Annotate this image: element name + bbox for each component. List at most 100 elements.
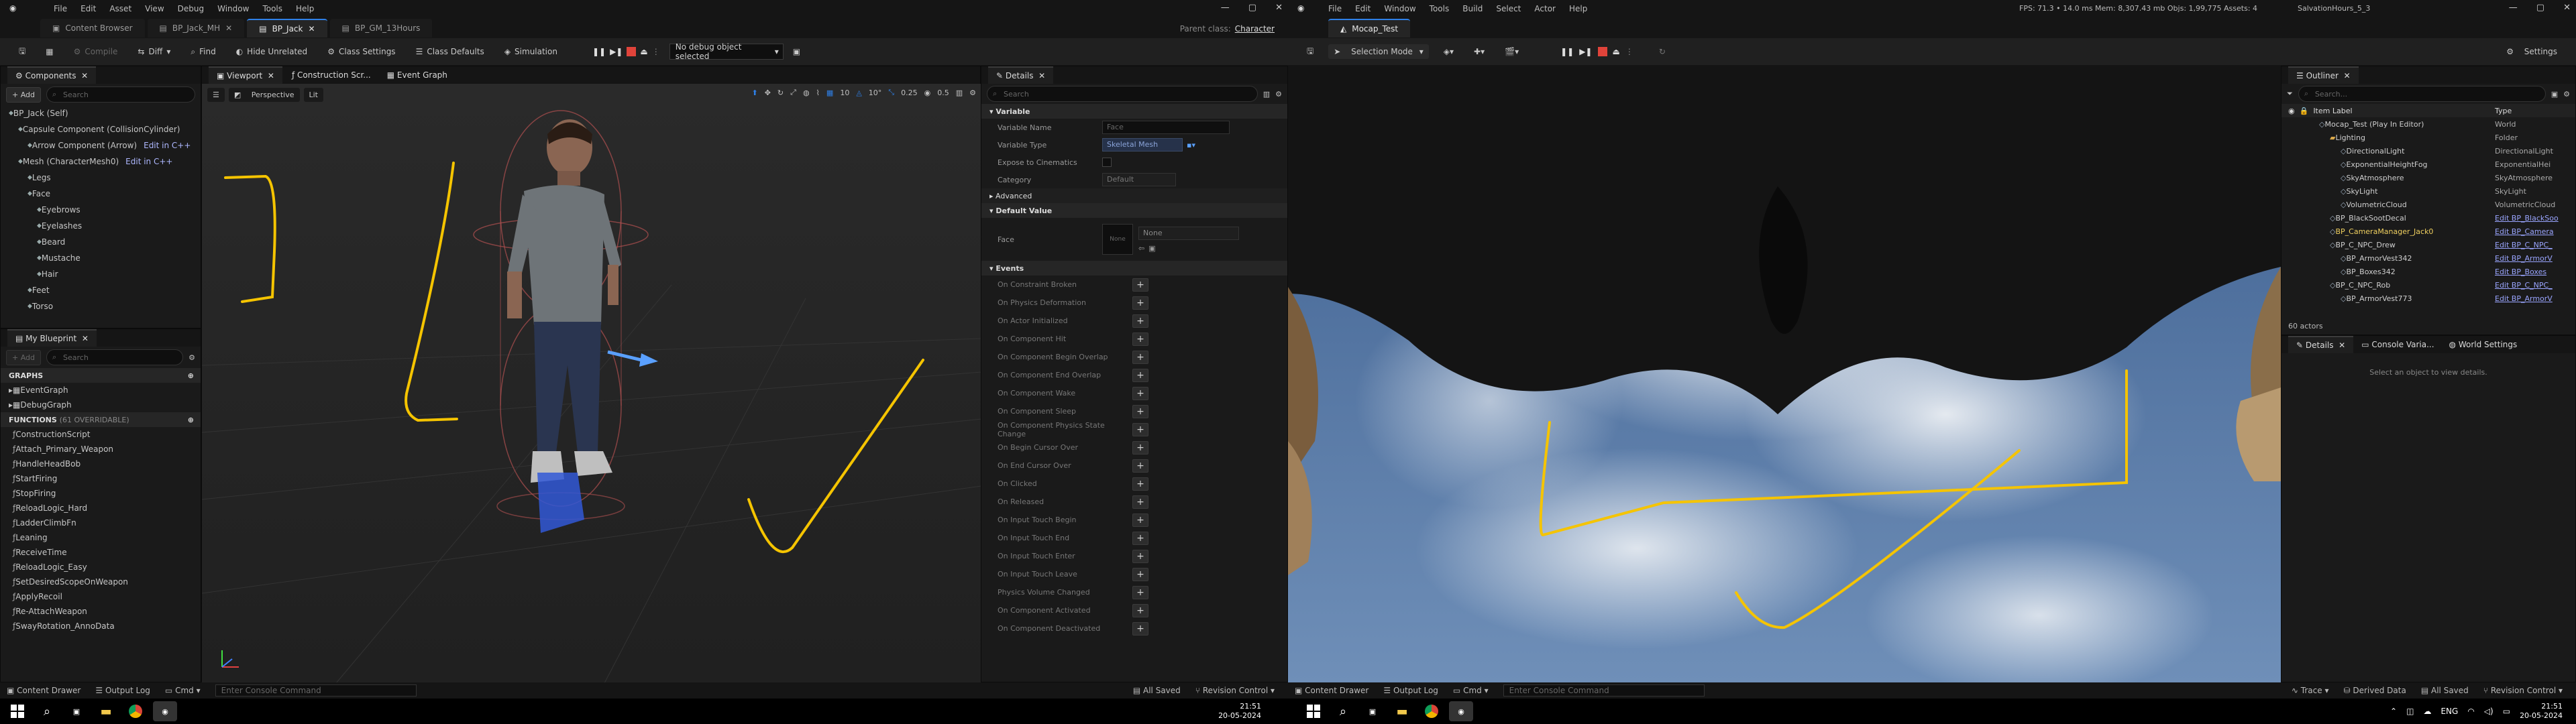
- function-item[interactable]: ƒ ReloadLogic_Hard: [1, 501, 201, 516]
- add-content-icon[interactable]: ◈▾: [1438, 44, 1459, 59]
- outliner-row[interactable]: ◇ SkyLight SkyLight: [2282, 184, 2575, 198]
- chevron-up-icon[interactable]: ⌃: [2390, 707, 2397, 716]
- settings-gear-icon[interactable]: ⚙: [2563, 90, 2570, 99]
- function-item[interactable]: ƒ ApplyRecoil: [1, 589, 201, 604]
- default-value-section[interactable]: ▾ Default Value: [981, 203, 1287, 218]
- save-icon[interactable]: 🖫: [1301, 42, 1319, 62]
- tab-content-browser[interactable]: ▣ Content Browser: [40, 19, 145, 38]
- tab-console-variables[interactable]: ▭ Console Varia...: [2355, 340, 2440, 349]
- outliner-row[interactable]: ◇ DirectionalLight DirectionalLight: [2282, 144, 2575, 158]
- file-explorer-icon[interactable]: ▬: [94, 701, 118, 721]
- use-selected-icon[interactable]: ⇦: [1138, 244, 1144, 253]
- add-member-button[interactable]: + Add: [6, 349, 42, 365]
- component-row[interactable]: ◆ Hair: [1, 266, 201, 282]
- volume-icon[interactable]: ◁): [2484, 707, 2493, 716]
- tab-details[interactable]: ✎ Details ✕: [2288, 336, 2354, 353]
- blueprint-search-input[interactable]: ⌕ Search: [46, 349, 184, 365]
- add-event-button[interactable]: +: [1132, 513, 1148, 527]
- add-component-button[interactable]: + Add: [6, 86, 42, 103]
- wifi-icon[interactable]: ◠: [2467, 707, 2474, 716]
- add-circle-icon[interactable]: ⊕: [188, 416, 194, 424]
- chrome-icon[interactable]: [1419, 701, 1444, 721]
- tab-construction-script[interactable]: ƒ Construction Scr...: [285, 70, 378, 80]
- add-event-button[interactable]: +: [1132, 477, 1148, 491]
- eject-icon[interactable]: ⏏: [640, 47, 647, 56]
- outliner-row[interactable]: ◇ BP_CameraManager_Jack0 Edit BP_Camera: [2282, 225, 2575, 238]
- browse-icon[interactable]: ▦: [40, 44, 58, 59]
- file-explorer-icon[interactable]: ▬: [1390, 701, 1414, 721]
- outliner-row[interactable]: ◇ VolumetricCloud VolumetricCloud: [2282, 198, 2575, 211]
- add-event-button[interactable]: +: [1132, 549, 1148, 563]
- minimize-icon[interactable]: —: [1221, 3, 1230, 13]
- close-icon[interactable]: ✕: [1038, 71, 1045, 80]
- stop-icon[interactable]: [627, 47, 637, 56]
- function-item[interactable]: ƒ Re-AttachWeapon: [1, 604, 201, 619]
- settings-button[interactable]: ⚙ Settings: [2501, 44, 2563, 59]
- tab-world-settings[interactable]: ◍ World Settings: [2443, 340, 2524, 349]
- trace-button[interactable]: ∿ Trace ▾: [2292, 686, 2329, 695]
- menu-build[interactable]: Build: [1462, 4, 1483, 13]
- component-row[interactable]: ◆ Beard: [1, 234, 201, 250]
- maximize-icon[interactable]: ▢: [1248, 3, 1256, 13]
- add-event-button[interactable]: +: [1132, 278, 1148, 292]
- close-icon[interactable]: ✕: [1275, 3, 1283, 13]
- menu-debug[interactable]: Debug: [178, 4, 204, 13]
- add-event-button[interactable]: +: [1132, 531, 1148, 545]
- add-folder-icon[interactable]: ▣: [2551, 90, 2558, 99]
- content-drawer-button[interactable]: ▣ Content Drawer: [7, 686, 80, 695]
- close-icon[interactable]: ✕: [81, 71, 88, 80]
- eject-icon[interactable]: ⏏: [1613, 47, 1620, 56]
- add-event-button[interactable]: +: [1132, 459, 1148, 473]
- browse-asset-icon[interactable]: ▣: [1148, 244, 1155, 253]
- revision-control-button[interactable]: ⑂ Revision Control ▾: [1195, 686, 1275, 695]
- outliner-row[interactable]: ◇ BP_ArmorVest773 Edit BP_ArmorV: [2282, 292, 2575, 305]
- task-view-icon[interactable]: ▣: [64, 701, 89, 721]
- variable-name-input[interactable]: Face: [1102, 121, 1230, 134]
- outliner-row[interactable]: ◇ BP_Boxes342 Edit BP_Boxes: [2282, 265, 2575, 278]
- windows-start-icon[interactable]: [1301, 701, 1326, 721]
- events-section[interactable]: ▾ Events: [981, 261, 1287, 276]
- menu-asset[interactable]: Asset: [109, 4, 131, 13]
- tab-mocap-test[interactable]: ◭ Mocap_Test: [1328, 19, 1411, 38]
- tab-bp-jack[interactable]: ▤ BP_Jack ✕: [247, 19, 327, 38]
- component-row[interactable]: ◆ Arrow Component (Arrow) Edit in C++: [1, 137, 201, 154]
- tab-bp-jack-mh[interactable]: ▤ BP_Jack_MH ✕: [147, 19, 245, 38]
- class-defaults-button[interactable]: ☰ Class Defaults: [411, 44, 490, 59]
- windows-start-icon[interactable]: [5, 701, 30, 721]
- function-item[interactable]: ƒ ReloadLogic_Easy: [1, 560, 201, 575]
- parent-class-link[interactable]: Character: [1235, 24, 1275, 34]
- category-select[interactable]: Default: [1102, 173, 1176, 186]
- minimize-icon[interactable]: —: [2509, 3, 2518, 13]
- outliner-type[interactable]: Edit BP_ArmorV: [2495, 294, 2575, 303]
- step-icon[interactable]: ▶❚: [610, 47, 623, 56]
- add-event-button[interactable]: +: [1132, 422, 1148, 436]
- menu-actor[interactable]: Actor: [1534, 4, 1556, 13]
- add-event-button[interactable]: +: [1132, 386, 1148, 400]
- menu-view[interactable]: View: [145, 4, 164, 13]
- task-view-icon[interactable]: ▣: [1360, 701, 1385, 721]
- all-saved-button[interactable]: ▤ All Saved: [1133, 686, 1181, 695]
- close-icon[interactable]: ✕: [2339, 341, 2345, 350]
- selection-mode-button[interactable]: ➤ Selection Mode ▾: [1328, 44, 1429, 59]
- outliner-row[interactable]: ▰ Lighting Folder: [2282, 131, 2575, 144]
- content-drawer-button[interactable]: ▣ Content Drawer: [1295, 686, 1368, 695]
- asset-thumbnail[interactable]: None: [1102, 224, 1133, 255]
- function-item[interactable]: ƒ HandleHeadBob: [1, 457, 201, 471]
- close-icon[interactable]: ✕: [82, 334, 89, 343]
- outliner-type[interactable]: Edit BP_Boxes: [2495, 267, 2575, 276]
- add-event-button[interactable]: +: [1132, 350, 1148, 364]
- close-icon[interactable]: ✕: [268, 71, 274, 80]
- menu-window[interactable]: Window: [217, 4, 249, 13]
- function-item[interactable]: ƒ Attach_Primary_Weapon: [1, 442, 201, 457]
- debug-object-select[interactable]: No debug object selected ▾: [669, 42, 784, 61]
- menu-edit[interactable]: Edit: [1355, 4, 1371, 13]
- tab-event-graph[interactable]: ▦ Event Graph: [380, 70, 454, 80]
- cloud-icon[interactable]: ☁: [2423, 707, 2431, 716]
- add-event-button[interactable]: +: [1132, 567, 1148, 581]
- console-input[interactable]: Enter Console Command: [215, 684, 417, 697]
- close-icon[interactable]: ✕: [2344, 71, 2351, 80]
- outliner-row[interactable]: ◇ SkyAtmosphere SkyAtmosphere: [2282, 171, 2575, 184]
- add-event-button[interactable]: +: [1132, 495, 1148, 509]
- component-row[interactable]: ◆ Legs: [1, 170, 201, 186]
- refresh-icon[interactable]: ↻: [1659, 47, 1666, 56]
